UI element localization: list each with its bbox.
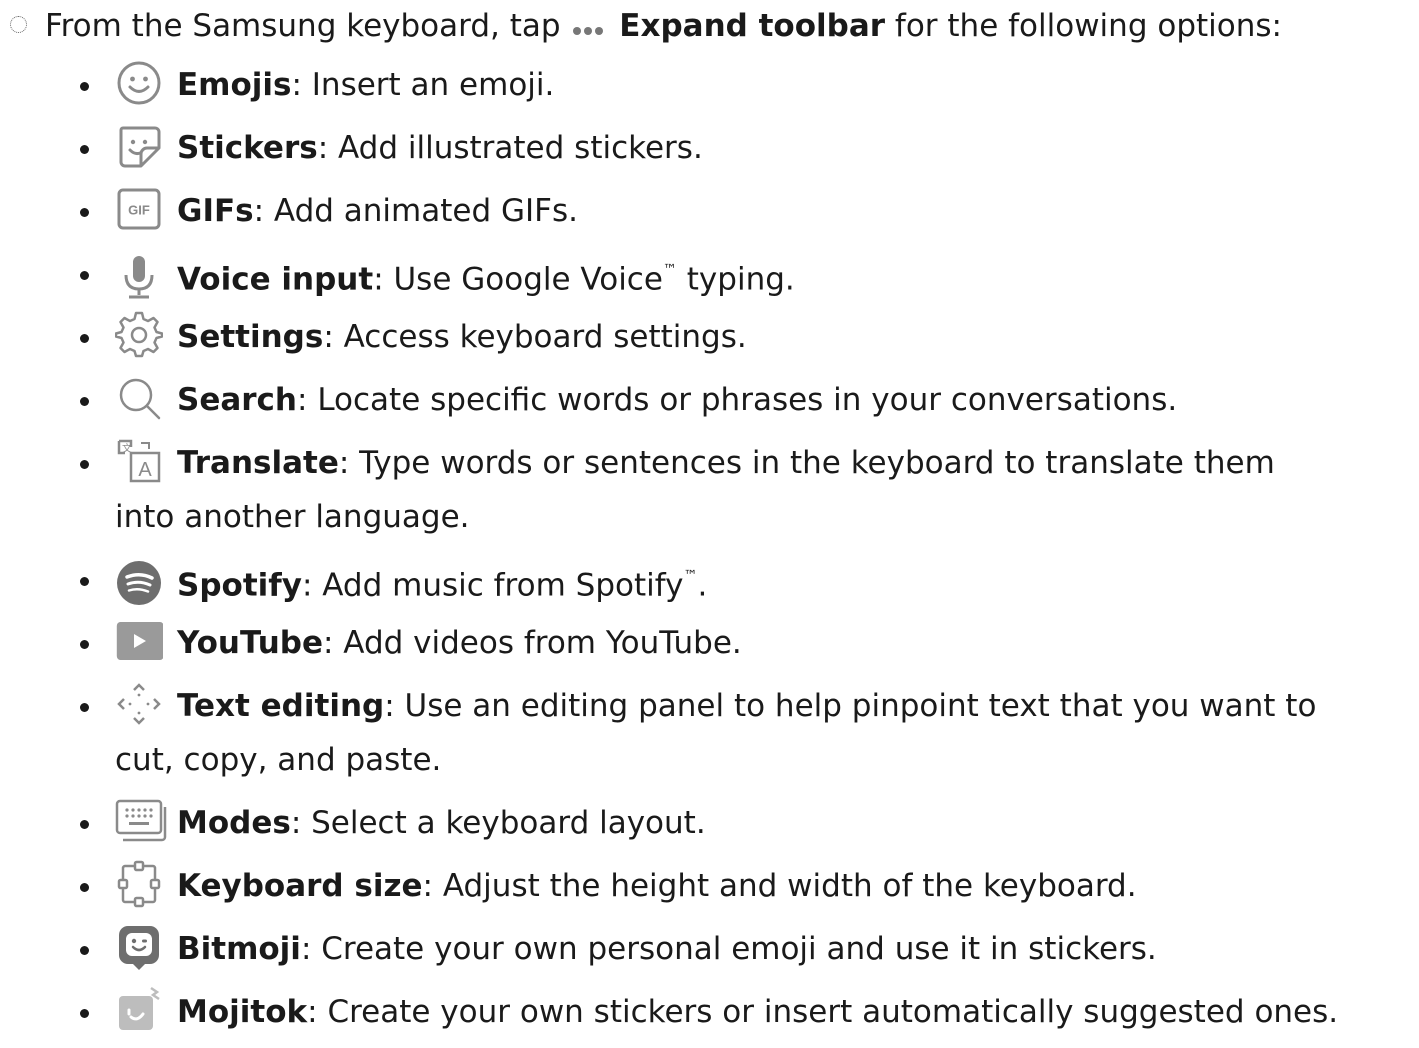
item-term: YouTube: [177, 625, 323, 661]
item-term: Text editing: [177, 688, 385, 724]
bullet: [80, 82, 89, 91]
svg-text:A: A: [138, 459, 152, 481]
item-desc: : Use Google Voice: [373, 261, 663, 298]
list-item: Emojis: Insert an emoji.: [0, 58, 1419, 121]
bullet: [80, 577, 89, 586]
list-item: 文A Translate: Type words or sentences in…: [0, 436, 1419, 553]
bullet: [80, 1009, 89, 1018]
list-item: Voice input: Use Google Voice™ typing.: [0, 247, 1419, 310]
item-term: Keyboard size: [177, 868, 423, 904]
intro-emph: Expand toolbar: [619, 8, 886, 44]
item-desc: : Use an editing panel to help pinpoint …: [384, 688, 1317, 724]
bullet: [80, 460, 89, 469]
keyboard-modes-icon: [115, 797, 167, 845]
list-item: YouTube: Add videos from YouTube.: [0, 616, 1419, 679]
item-term: Emojis: [177, 67, 292, 103]
item-desc: : Locate specific words or phrases in yo…: [297, 382, 1178, 418]
spotify-icon: [115, 559, 163, 607]
item-desc: : Adjust the height and width of the key…: [422, 868, 1137, 904]
item-term: Translate: [177, 445, 339, 481]
item-desc: : Select a keyboard layout.: [290, 805, 706, 841]
intro-suffix: for the following options:: [894, 8, 1282, 44]
bullet: [80, 334, 89, 343]
item-term: Modes: [177, 805, 291, 841]
list-item: Bitmoji: Create your own personal emoji …: [0, 922, 1419, 985]
item-desc: : Access keyboard settings.: [323, 319, 747, 355]
item-desc: : Insert an emoji.: [291, 67, 555, 103]
item-desc: : Add videos from YouTube.: [323, 625, 742, 661]
bullet: [80, 883, 89, 892]
list-item: Spotify: Add music from Spotify™.: [0, 553, 1419, 616]
bullet: [80, 208, 89, 217]
svg-text:GIF: GIF: [128, 202, 150, 217]
expand-toolbar-icon: [573, 3, 606, 47]
mojitok-icon: [115, 986, 163, 1034]
trademark-mark: ™: [683, 568, 698, 584]
item-term: Voice input: [177, 261, 374, 298]
item-desc: : Add animated GIFs.: [253, 193, 578, 229]
list-item: Stickers: Add illustrated stickers.: [0, 121, 1419, 184]
gear-icon: [115, 311, 163, 359]
intro-prefix: From the Samsung keyboard, tap: [45, 8, 561, 44]
item-desc-line2: cut, copy, and paste.: [115, 742, 442, 778]
item-desc-end: typing.: [676, 261, 795, 298]
gif-icon: GIF: [115, 185, 163, 233]
item-term: Bitmoji: [177, 931, 301, 967]
item-term: Spotify: [177, 567, 302, 604]
bullet: [80, 820, 89, 829]
item-term: Settings: [177, 319, 324, 355]
bullet: [80, 397, 89, 406]
item-desc: : Create your own stickers or insert aut…: [307, 994, 1339, 1030]
list-item: Mojitok: Create your own stickers or ins…: [0, 985, 1419, 1048]
item-term: Search: [177, 382, 298, 418]
youtube-icon: [115, 617, 163, 665]
item-desc: : Add music from Spotify: [301, 567, 684, 604]
item-term: Mojitok: [177, 994, 308, 1030]
microphone-icon: [115, 253, 163, 301]
list-item: GIF GIFs: Add animated GIFs.: [0, 184, 1419, 247]
item-desc-end: .: [697, 567, 708, 604]
list-item: Keyboard size: Adjust the height and wid…: [0, 859, 1419, 922]
list-item: Text editing: Use an editing panel to he…: [0, 679, 1419, 796]
emoji-icon: [115, 59, 163, 107]
bullet: [80, 946, 89, 955]
bullet: [80, 640, 89, 649]
text-editing-icon: [115, 680, 163, 728]
item-term: Stickers: [177, 130, 318, 166]
list-item: Search: Locate specific words or phrases…: [0, 373, 1419, 436]
bullet: [80, 271, 89, 280]
bullet: [80, 145, 89, 154]
bitmoji-icon: [115, 923, 163, 971]
list-item: Modes: Select a keyboard layout.: [0, 796, 1419, 859]
item-desc: : Type words or sentences in the keyboar…: [338, 445, 1275, 481]
bullet: [80, 703, 89, 712]
item-desc: : Create your own personal emoji and use…: [300, 931, 1157, 967]
item-desc: : Add illustrated stickers.: [317, 130, 703, 166]
sticker-icon: [115, 122, 163, 170]
options-list: Emojis: Insert an emoji. Stickers: Add i…: [0, 58, 1419, 1048]
keyboard-size-icon: [115, 860, 163, 908]
trademark-mark: ™: [662, 262, 677, 278]
item-term: GIFs: [177, 193, 254, 229]
search-icon: [115, 374, 163, 422]
translate-icon: 文A: [115, 437, 163, 485]
list-item: Settings: Access keyboard settings.: [0, 310, 1419, 373]
step-ring-icon: [10, 16, 27, 33]
intro-step: From the Samsung keyboard, tap Expand to…: [10, 4, 1282, 50]
item-desc-line2: into another language.: [115, 499, 470, 535]
